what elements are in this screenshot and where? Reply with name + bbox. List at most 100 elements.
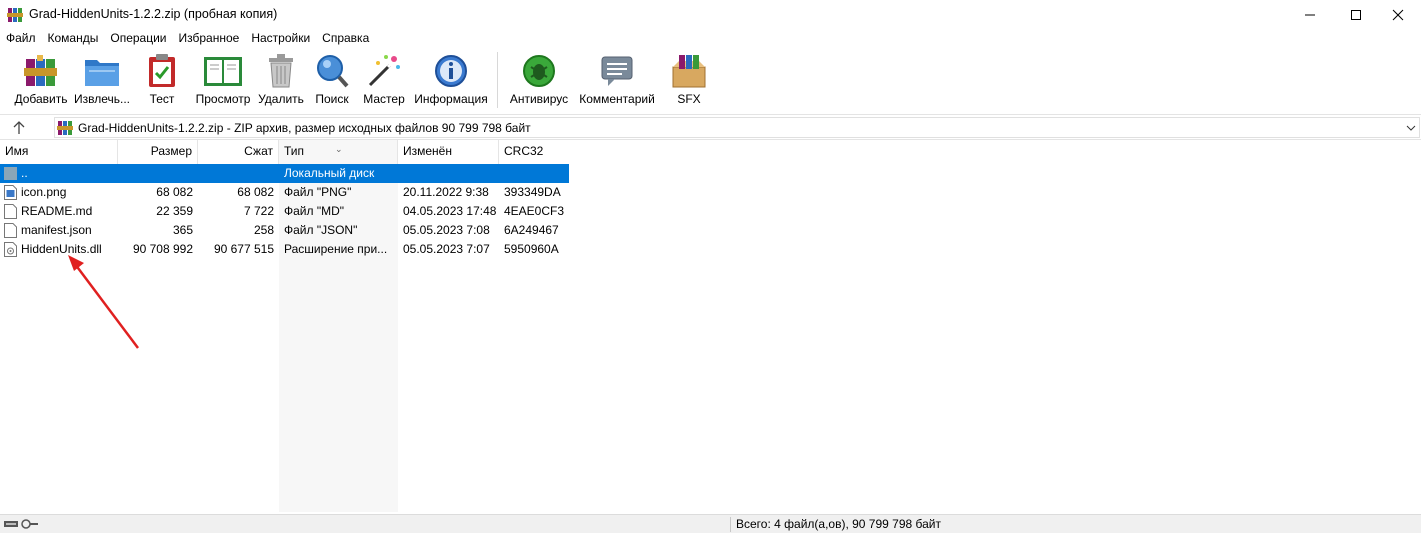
maximize-icon [1351, 9, 1361, 20]
row-crc: 393349DA [504, 185, 561, 199]
sfx-label: SFX [677, 92, 701, 106]
row-type: Файл "MD" [284, 204, 345, 218]
add-archive-icon [24, 55, 57, 86]
row-packed: 90 677 515 [213, 242, 274, 256]
row-crc: 4EAE0CF3 [504, 204, 565, 218]
minimize-button[interactable] [1287, 0, 1333, 29]
toolbar-separator [497, 52, 498, 108]
row-type: Файл "PNG" [284, 185, 352, 199]
find-label: Поиск [315, 92, 349, 106]
file-list[interactable]: Имя Размер Сжат Тип ⌄ Изменён CRC32 .. Ло… [0, 140, 1421, 512]
antivirus-button[interactable]: Антивирус [504, 49, 574, 109]
minimize-icon [1305, 14, 1315, 15]
close-icon [1392, 9, 1404, 20]
menu-help[interactable]: Справка [316, 29, 375, 48]
menu-commands[interactable]: Команды [42, 29, 105, 48]
add-label: Добавить [14, 92, 68, 106]
list-row[interactable]: manifest.json 365 258 Файл "JSON" 05.05.… [0, 221, 569, 240]
winrar-icon [7, 8, 23, 22]
sfx-button[interactable]: SFX [660, 49, 718, 109]
search-icon [317, 55, 349, 88]
info-icon [435, 55, 467, 87]
row-size: 68 082 [156, 185, 193, 199]
comment-label: Комментарий [579, 92, 655, 106]
list-row[interactable]: README.md 22 359 7 722 Файл "MD" 04.05.2… [0, 202, 569, 221]
drive-key-icon [4, 519, 38, 529]
status-text: Всего: 4 файл(а,ов), 90 799 798 байт [736, 517, 941, 531]
find-button[interactable]: Поиск [307, 49, 357, 109]
list-row-parent[interactable]: .. Локальный диск [0, 164, 569, 183]
column-crc32[interactable]: CRC32 [499, 140, 569, 164]
row-modified: 04.05.2023 17:48 [403, 204, 497, 218]
test-button[interactable]: Тест [133, 49, 191, 109]
trash-icon [269, 54, 293, 88]
address-bar: Grad-HiddenUnits-1.2.2.zip - ZIP архив, … [0, 114, 1421, 140]
row-name: .. [21, 166, 28, 180]
add-button[interactable]: Добавить [11, 49, 71, 109]
menu-settings[interactable]: Настройки [245, 29, 316, 48]
delete-button[interactable]: Удалить [255, 49, 307, 109]
row-name: icon.png [21, 185, 67, 199]
wizard-label: Мастер [363, 92, 405, 106]
column-size[interactable]: Размер [118, 140, 198, 164]
row-type: Локальный диск [284, 166, 375, 180]
address-text: Grad-HiddenUnits-1.2.2.zip - ZIP архив, … [78, 121, 531, 135]
maximize-button[interactable] [1333, 0, 1379, 29]
menu-favorites[interactable]: Избранное [173, 29, 246, 48]
row-modified: 05.05.2023 7:08 [403, 223, 490, 237]
address-field[interactable]: Grad-HiddenUnits-1.2.2.zip - ZIP архив, … [54, 117, 1420, 138]
row-crc [499, 164, 569, 183]
sfx-box-icon [672, 55, 706, 88]
extract-button[interactable]: Извлечь... [71, 49, 133, 109]
wizard-button[interactable]: Мастер [357, 49, 411, 109]
extract-folder-icon [85, 60, 119, 86]
close-button[interactable] [1375, 0, 1421, 29]
view-book-icon [204, 57, 242, 86]
view-label: Просмотр [195, 92, 251, 106]
image-file-icon [4, 185, 17, 200]
file-icon [4, 223, 17, 238]
menu-bar: Файл Команды Операции Избранное Настройк… [0, 29, 1421, 48]
dll-file-icon [4, 242, 17, 257]
winrar-archive-icon [57, 121, 73, 135]
column-packed[interactable]: Сжат [198, 140, 279, 164]
menu-file[interactable]: Файл [0, 29, 42, 48]
status-separator [730, 517, 731, 532]
sort-chevron-icon: ⌄ [335, 144, 343, 154]
row-type: Файл "JSON" [284, 223, 358, 237]
row-packed: 7 722 [243, 204, 274, 218]
column-name[interactable]: Имя [0, 140, 118, 164]
column-type[interactable]: Тип ⌄ [279, 140, 398, 164]
row-size: 22 359 [156, 204, 193, 218]
row-packed [198, 164, 279, 183]
toolbar: Добавить Извлечь... Тест Просмотр Удалит… [0, 49, 1421, 112]
row-packed: 68 082 [237, 185, 274, 199]
title-bar: Grad-HiddenUnits-1.2.2.zip (пробная копи… [0, 0, 1421, 29]
list-row[interactable]: icon.png 68 082 68 082 Файл "PNG" 20.11.… [0, 183, 569, 202]
row-size: 365 [172, 223, 193, 237]
row-modified: 05.05.2023 7:07 [403, 242, 490, 256]
status-bar: Всего: 4 файл(а,ов), 90 799 798 байт [0, 514, 1421, 533]
test-label: Тест [149, 92, 175, 106]
row-type: Расширение при... [284, 242, 388, 256]
extract-label: Извлечь... [73, 92, 130, 106]
info-button[interactable]: Информация [411, 49, 491, 109]
row-crc: 5950960A [504, 242, 559, 256]
column-type-label: Тип [284, 144, 305, 158]
row-crc: 6A249467 [504, 223, 559, 237]
column-modified[interactable]: Изменён [398, 140, 499, 164]
red-arrow-annotation [68, 255, 139, 349]
chevron-down-icon[interactable] [1405, 122, 1417, 134]
menu-operations[interactable]: Операции [104, 29, 172, 48]
row-name: README.md [21, 204, 93, 218]
info-label: Информация [414, 92, 488, 106]
comment-button[interactable]: Комментарий [574, 49, 660, 109]
up-arrow-icon[interactable] [10, 119, 28, 137]
antivirus-label: Антивирус [509, 92, 569, 106]
antivirus-bug-icon [523, 55, 555, 87]
list-header: Имя Размер Сжат Тип ⌄ Изменён CRC32 [0, 140, 569, 164]
file-icon [4, 204, 17, 219]
view-button[interactable]: Просмотр [191, 49, 255, 109]
wizard-wand-icon [368, 55, 400, 87]
row-name: manifest.json [21, 223, 92, 237]
